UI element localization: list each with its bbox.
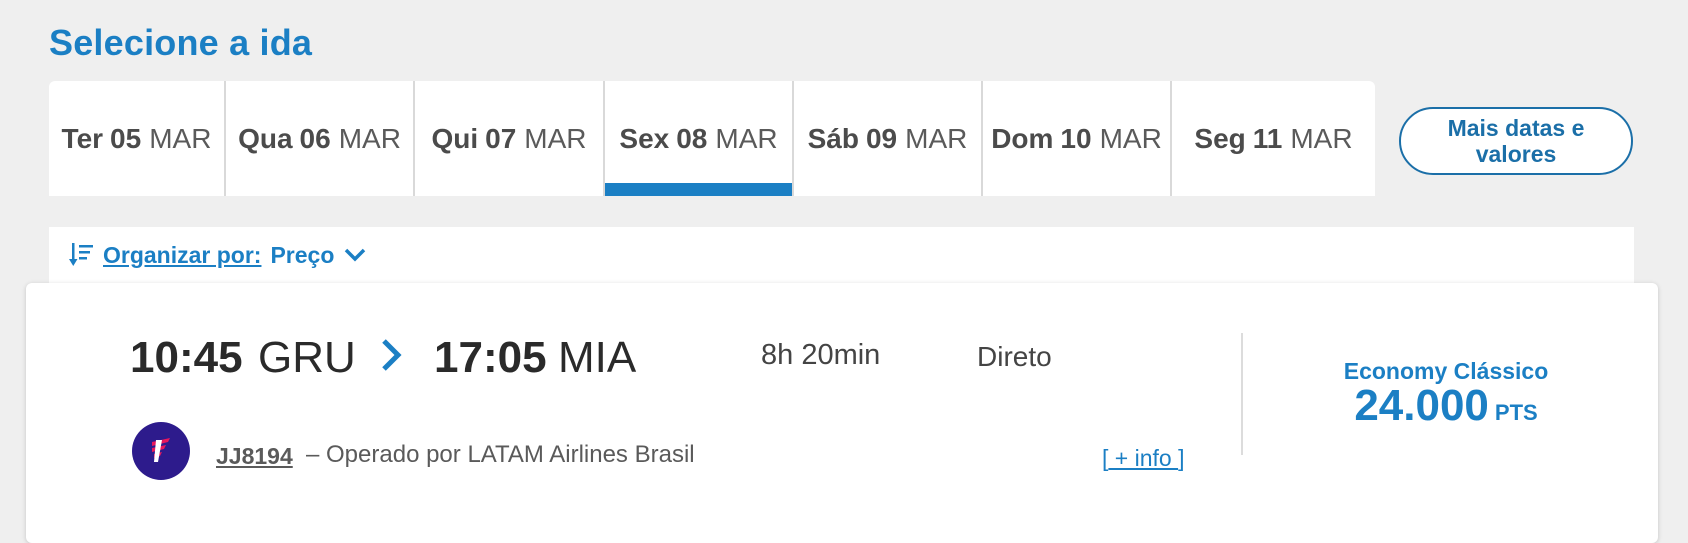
sort-icon[interactable] xyxy=(69,241,95,269)
date-tab-month: MAR xyxy=(338,122,401,154)
date-tab-3[interactable]: Sex 08 MAR xyxy=(605,81,794,196)
date-tab-2[interactable]: Qui 07 MAR xyxy=(415,81,605,196)
date-tab-1[interactable]: Qua 06 MAR xyxy=(226,81,415,196)
more-info-link[interactable]: [ + info ] xyxy=(1102,445,1184,472)
date-tab-weekday: Qua xyxy=(238,122,293,154)
date-tab-weekday: Qui xyxy=(431,122,479,154)
departure-airport: GRU xyxy=(258,333,356,382)
more-info-bracket-close: ] xyxy=(1178,445,1185,471)
date-tab-4[interactable]: Sáb 09 MAR xyxy=(794,81,983,196)
date-tab-day: 09 xyxy=(865,122,898,154)
price[interactable]: 24.000 PTS xyxy=(1296,381,1596,431)
more-info-label: + info xyxy=(1108,445,1179,471)
date-tab-weekday: Dom xyxy=(991,122,1054,154)
page-title: Selecione a ida xyxy=(49,22,313,63)
divider xyxy=(1241,333,1243,455)
date-tab-6[interactable]: Seg 11 MAR xyxy=(1172,81,1375,196)
date-tab-weekday: Ter xyxy=(61,122,104,154)
date-tab-day: 11 xyxy=(1252,122,1283,154)
date-tab-month: MAR xyxy=(149,122,212,154)
date-tab-month: MAR xyxy=(524,122,587,154)
date-tab-day: 08 xyxy=(676,122,708,154)
more-dates-button[interactable]: Mais datas e valores xyxy=(1399,107,1633,175)
sort-bar: Organizar por: Preço xyxy=(49,227,1634,283)
date-tabs: Ter 05 MAR Qua 06 MAR Qui 07 MAR Sex 08 … xyxy=(49,81,1375,196)
date-tab-month: MAR xyxy=(1099,122,1162,154)
flight-duration: 8h 20min xyxy=(761,339,881,371)
date-tab-0[interactable]: Ter 05 MAR xyxy=(49,81,226,196)
date-tab-day: 06 xyxy=(299,122,331,154)
arrival-airport: MIA xyxy=(558,333,637,382)
date-tab-weekday: Sáb xyxy=(807,122,859,154)
sort-by-value[interactable]: Preço xyxy=(270,242,334,269)
price-amount: 24.000 xyxy=(1354,381,1489,430)
date-tab-day: 10 xyxy=(1060,122,1092,154)
airline-logo-icon xyxy=(132,422,190,480)
departure-time: 10:45 xyxy=(130,333,243,382)
date-tab-weekday: Sex xyxy=(619,122,670,154)
date-tab-day: 07 xyxy=(485,122,517,154)
flight-number-link[interactable]: JJ8194 xyxy=(216,443,293,470)
arrival-time: 17:05 xyxy=(434,333,547,382)
flight-card[interactable]: 10:45 GRU 17:05 MIA 8h 20min Direto Econ… xyxy=(26,283,1658,543)
date-tab-weekday: Seg xyxy=(1194,122,1246,154)
date-tab-5[interactable]: Dom 10 MAR xyxy=(983,81,1172,196)
date-tab-month: MAR xyxy=(1290,122,1353,154)
sort-by-label[interactable]: Organizar por: xyxy=(103,242,261,269)
chevron-down-icon[interactable] xyxy=(344,247,366,263)
date-tab-month: MAR xyxy=(905,122,968,154)
operated-by: – Operado por LATAM Airlines Brasil xyxy=(306,441,695,468)
date-tab-day: 05 xyxy=(110,122,142,154)
date-tab-month: MAR xyxy=(715,122,778,154)
chevron-right-icon xyxy=(382,339,402,371)
flight-stops: Direto xyxy=(977,341,1052,372)
price-unit: PTS xyxy=(1494,400,1538,425)
